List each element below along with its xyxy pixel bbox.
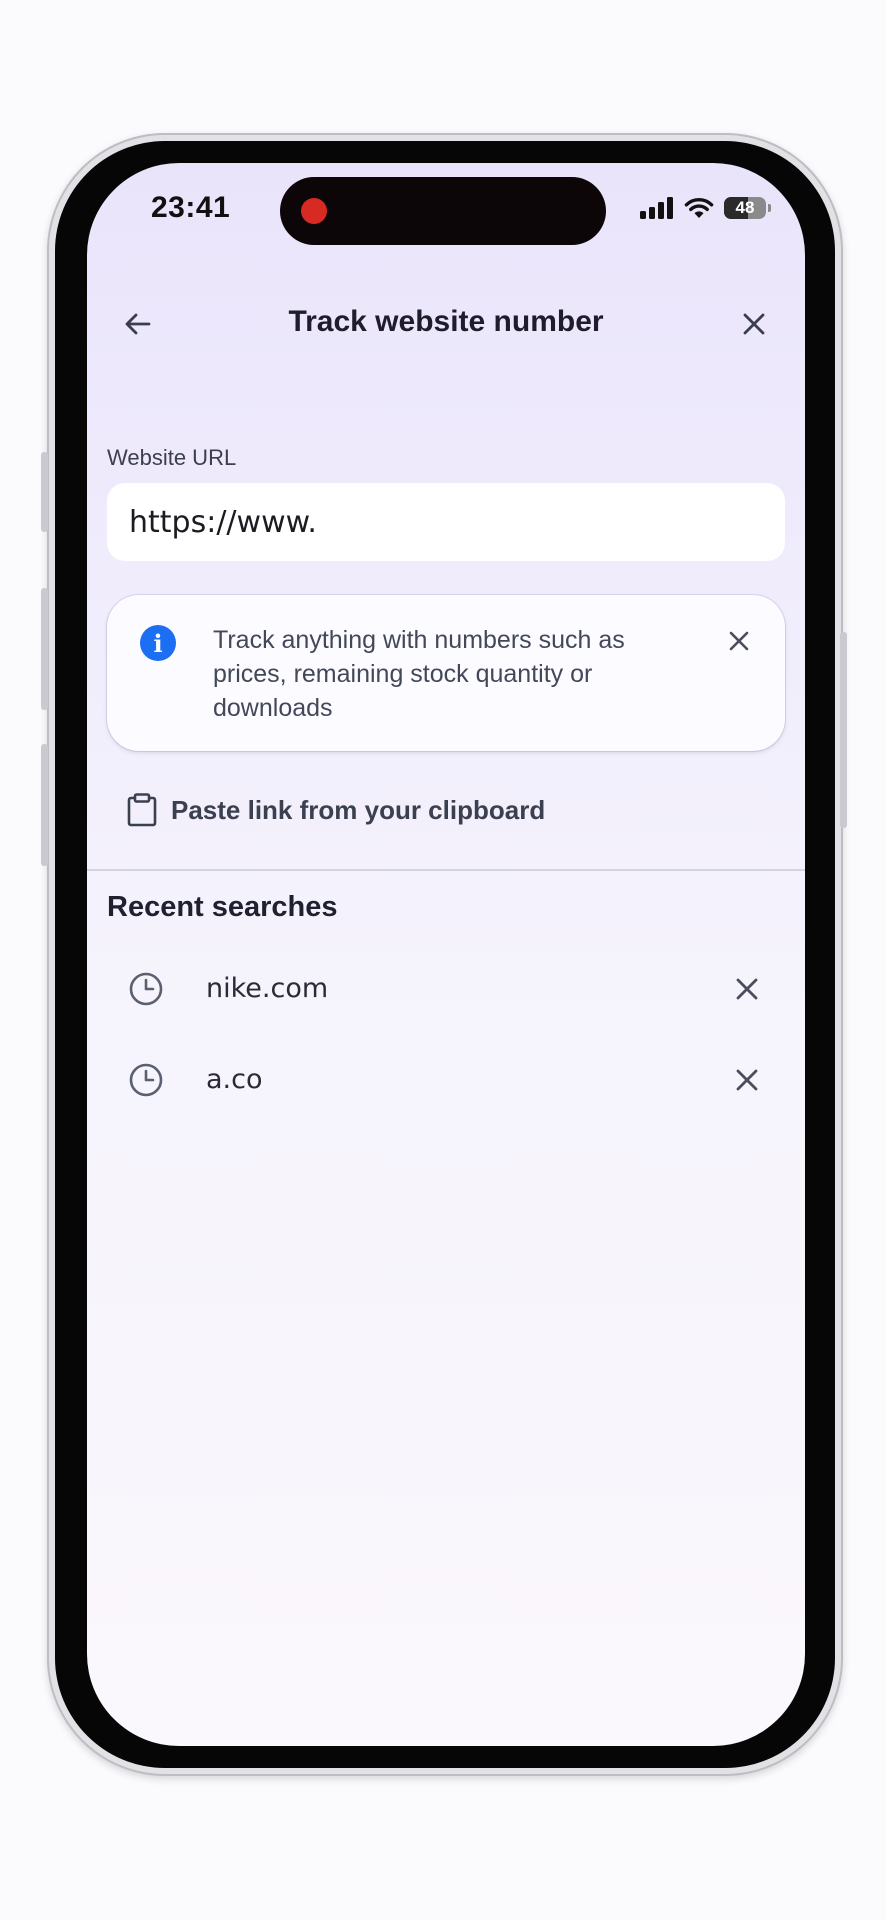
phone-power-button	[840, 632, 847, 828]
close-icon	[736, 1069, 758, 1091]
info-icon: i	[140, 625, 176, 661]
clock-icon	[129, 1063, 163, 1097]
section-divider	[87, 869, 805, 871]
close-icon	[729, 631, 749, 651]
top-app-bar: Track website number	[87, 283, 805, 365]
recent-search-item[interactable]: a.co	[87, 1044, 805, 1116]
close-icon	[743, 313, 765, 335]
close-icon	[736, 978, 758, 1000]
clipboard-icon	[127, 793, 157, 827]
close-button[interactable]	[731, 301, 777, 347]
recent-search-item[interactable]: nike.com	[87, 953, 805, 1025]
clock-icon	[129, 972, 163, 1006]
wifi-icon	[684, 197, 714, 218]
dismiss-info-button[interactable]	[719, 621, 759, 661]
remove-recent-search-button[interactable]	[725, 967, 769, 1011]
website-url-label: Website URL	[107, 445, 237, 470]
cellular-signal-icon	[640, 197, 673, 219]
status-icons: 48	[640, 197, 771, 219]
phone-volume-down-button	[41, 744, 48, 866]
battery-nub	[768, 204, 771, 212]
battery-percent: 48	[735, 198, 755, 217]
recent-search-label: a.co	[206, 1064, 263, 1095]
app-screen: 23:41 48 Track website number Website UR…	[87, 163, 805, 1746]
phone-volume-up-button	[41, 588, 48, 710]
battery-icon: 48	[724, 197, 766, 219]
recent-search-label: nike.com	[206, 973, 329, 1004]
website-url-input[interactable]	[107, 483, 785, 561]
paste-link-label: Paste link from your clipboard	[171, 794, 546, 825]
info-text: Track anything with numbers such as pric…	[213, 626, 625, 722]
status-time: 23:41	[151, 191, 231, 224]
remove-recent-search-button[interactable]	[725, 1058, 769, 1102]
dynamic-island	[280, 177, 606, 245]
page-title: Track website number	[288, 305, 604, 338]
paste-from-clipboard-button[interactable]: Paste link from your clipboard	[127, 787, 545, 833]
recording-indicator-icon	[301, 198, 327, 224]
phone-action-button	[41, 452, 48, 532]
info-card: i Track anything with numbers such as pr…	[107, 595, 785, 751]
recent-searches-heading: Recent searches	[107, 891, 338, 923]
